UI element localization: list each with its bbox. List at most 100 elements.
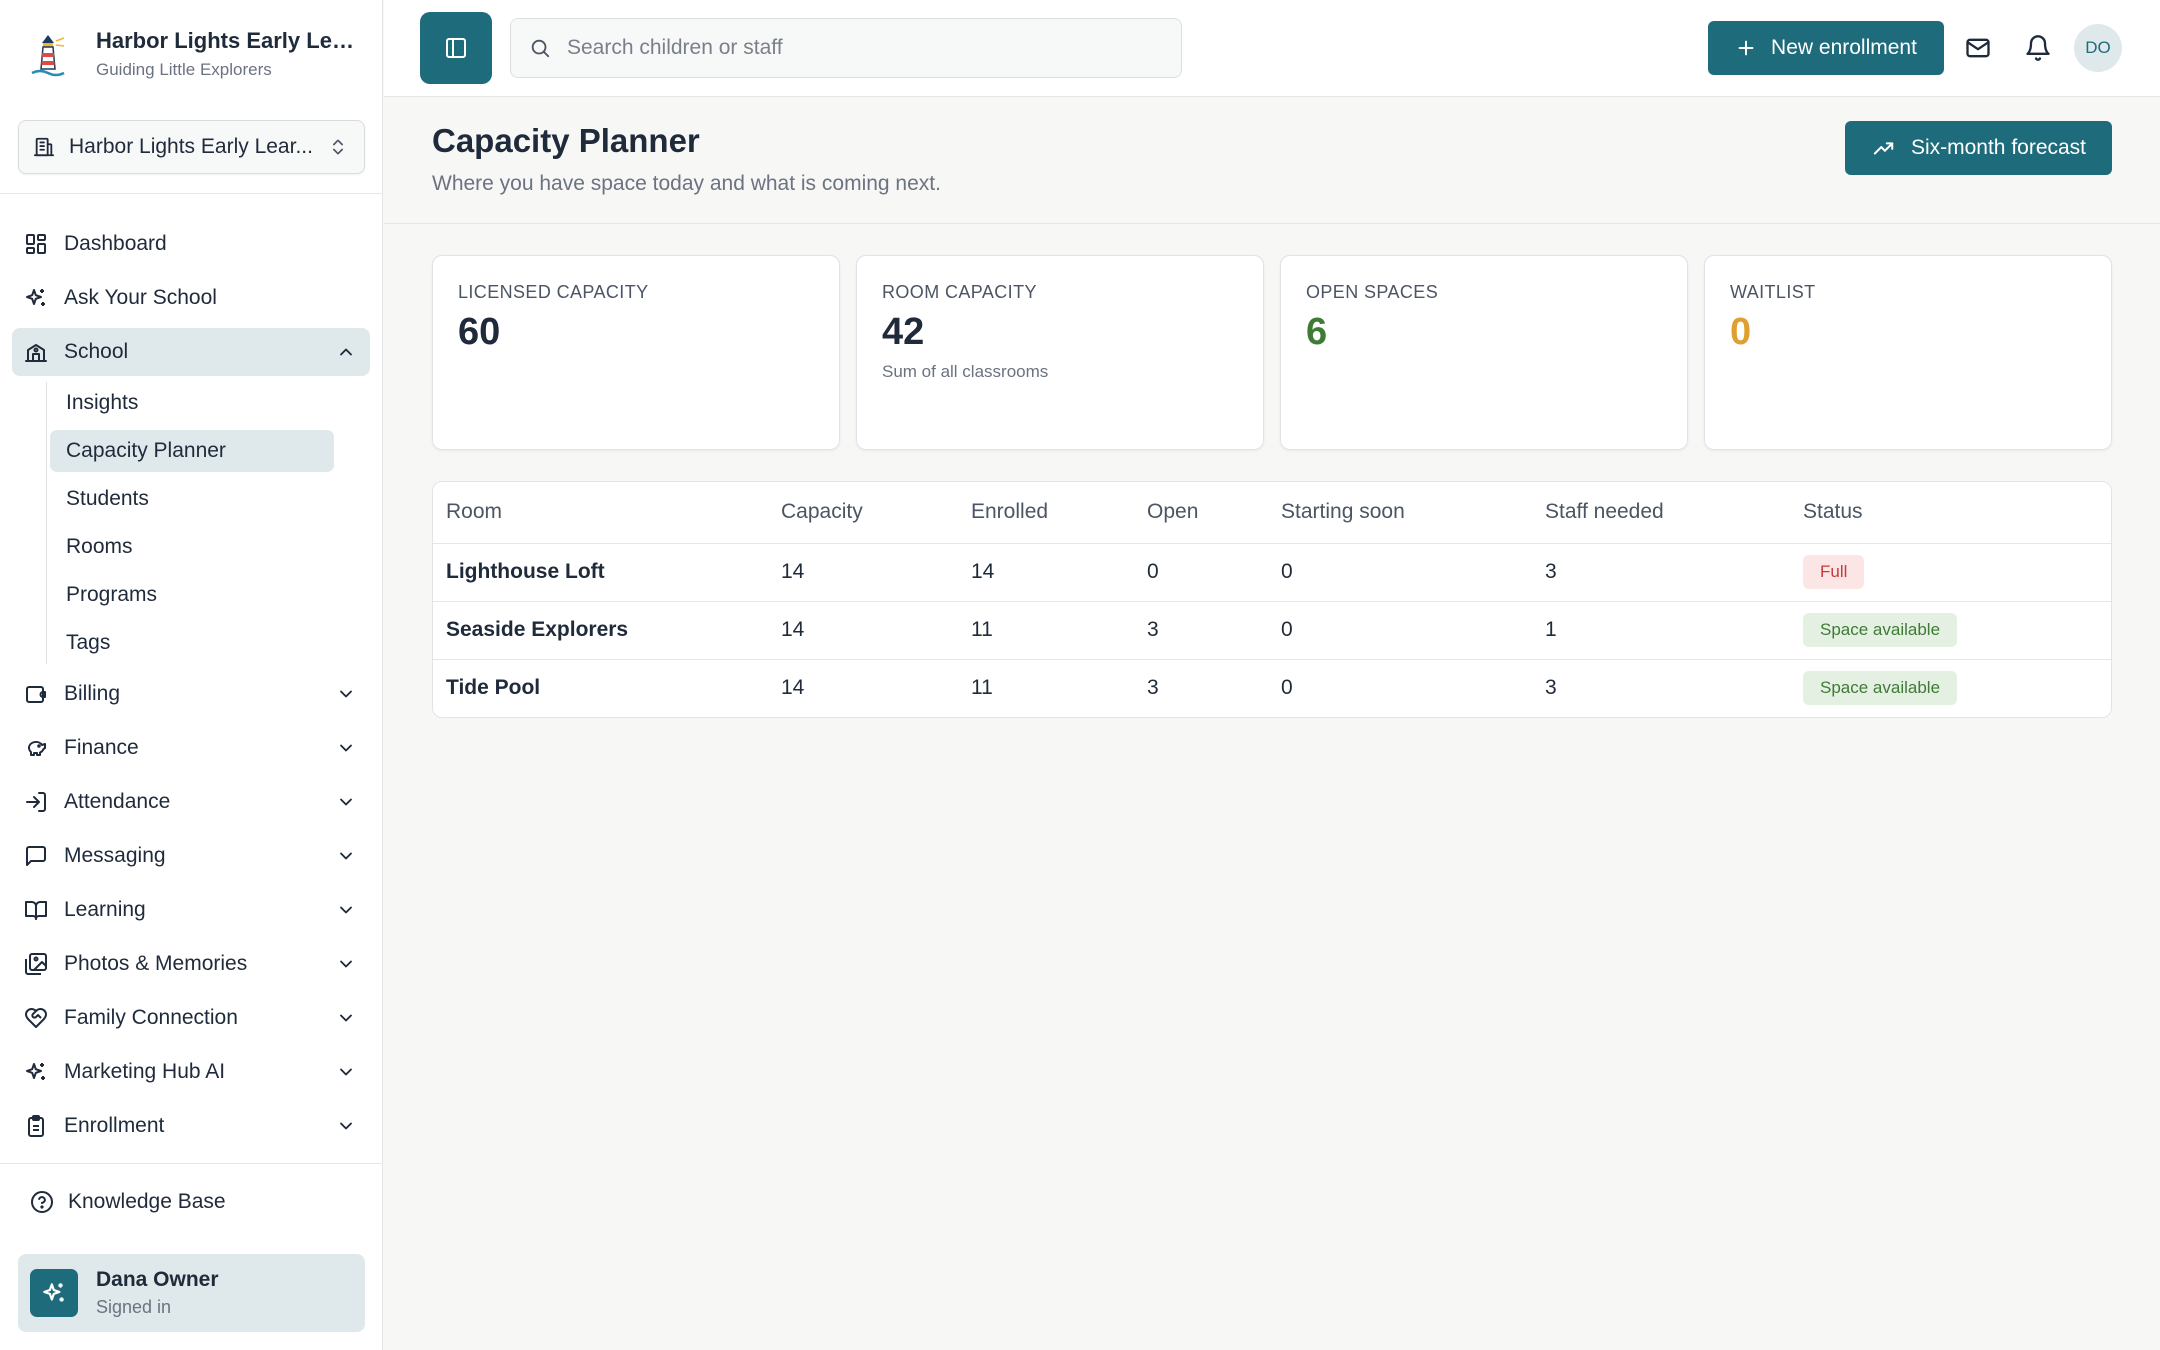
chevron-down-icon xyxy=(336,846,356,866)
room-name: Tide Pool xyxy=(446,676,541,700)
sidebar-nav: Dashboard Ask Your School School Insight… xyxy=(12,220,370,1156)
sidebar-divider xyxy=(0,1163,383,1164)
sidebar-item-tags[interactable]: Tags xyxy=(50,622,334,664)
new-enrollment-label: New enrollment xyxy=(1771,36,1917,59)
sidebar-item-label: Ask Your School xyxy=(64,286,217,309)
sidebar-item-photos-memories[interactable]: Photos & Memories xyxy=(12,940,370,988)
sidebar-item-billing[interactable]: Billing xyxy=(12,670,370,718)
plus-icon xyxy=(1735,37,1757,59)
rooms-table: Room Capacity Enrolled Open Starting soo… xyxy=(432,481,2112,718)
capacity-cell: 14 xyxy=(768,543,958,602)
mail-icon[interactable] xyxy=(1964,34,1992,62)
sidebar-item-programs[interactable]: Programs xyxy=(50,574,334,616)
brand-tagline: Guiding Little Explorers xyxy=(96,60,272,79)
sidebar-item-learning[interactable]: Learning xyxy=(12,886,370,934)
sidebar-item-rooms[interactable]: Rooms xyxy=(50,526,334,568)
staff-needed-cell: 3 xyxy=(1545,676,1557,700)
school-selector[interactable]: Harbor Lights Early Lear... xyxy=(18,120,365,174)
stat-label: ROOM CAPACITY xyxy=(882,282,1037,302)
search-placeholder: Search children or staff xyxy=(567,36,783,59)
message-square-icon xyxy=(24,844,48,868)
topbar: Search children or staff New enrollment … xyxy=(384,0,2160,97)
status-cell: Space available xyxy=(1790,659,2111,717)
lighthouse-icon xyxy=(28,29,68,79)
sidebar-item-label: Finance xyxy=(64,736,139,759)
stat-note: Sum of all classrooms xyxy=(882,362,1049,381)
enrolled-cell: 11 xyxy=(971,676,993,700)
table-row[interactable]: Tide Pool 14 11 3 0 3 Space available xyxy=(433,659,2111,717)
sidebar: Harbor Lights Early Learn... Guiding Lit… xyxy=(0,0,383,1350)
sidebar-item-label: Enrollment xyxy=(64,1114,165,1137)
panel-left-icon xyxy=(444,36,468,60)
images-icon xyxy=(24,952,48,976)
heart-handshake-icon xyxy=(24,1006,48,1030)
column-header[interactable]: Room xyxy=(433,482,768,544)
chevron-down-icon xyxy=(336,792,356,812)
bell-icon[interactable] xyxy=(2024,34,2052,62)
sidebar-item-messaging[interactable]: Messaging xyxy=(12,832,370,880)
sidebar-item-school[interactable]: School xyxy=(12,328,370,376)
table-row[interactable]: Seaside Explorers 14 11 3 0 1 Space avai… xyxy=(433,601,2111,660)
column-header[interactable]: Enrolled xyxy=(958,482,1134,544)
page-subtitle: Where you have space today and what is c… xyxy=(432,172,941,195)
sidebar-item-ask-your-school[interactable]: Ask Your School xyxy=(12,274,370,322)
sidebar-item-attendance[interactable]: Attendance xyxy=(12,778,370,826)
sidebar-item-capacity-planner[interactable]: Capacity Planner xyxy=(50,430,334,472)
sidebar-item-family-connection[interactable]: Family Connection xyxy=(12,994,370,1042)
six-month-forecast-button[interactable]: Six-month forecast xyxy=(1845,121,2112,175)
sidebar-item-label: Family Connection xyxy=(64,1006,238,1029)
column-header[interactable]: Capacity xyxy=(768,482,958,544)
staff-needed-cell: 3 xyxy=(1532,543,1790,602)
user-status: Signed in xyxy=(96,1297,172,1317)
school-selector-value: Harbor Lights Early Lear... xyxy=(69,135,313,158)
avatar[interactable]: DO xyxy=(2074,24,2122,72)
stat-card-waitlist: WAITLIST 0 xyxy=(1704,255,2112,450)
sidebar-item-students[interactable]: Students xyxy=(50,478,334,520)
sidebar-item-dashboard[interactable]: Dashboard xyxy=(12,220,370,268)
enrolled-cell: 14 xyxy=(958,543,1134,602)
sidebar-item-label: Messaging xyxy=(64,844,166,867)
open-cell: 3 xyxy=(1134,601,1268,660)
capacity-cell: 14 xyxy=(781,676,805,700)
sidebar-item-marketing-hub-ai[interactable]: Marketing Hub AI xyxy=(12,1048,370,1096)
search-icon xyxy=(529,37,551,59)
sign-in-icon xyxy=(24,790,48,814)
sparkles-icon xyxy=(24,286,48,310)
room-name: Seaside Explorers xyxy=(433,601,768,660)
table-row[interactable]: Lighthouse Loft 14 14 0 0 3 Full xyxy=(433,543,2111,602)
stat-label: LICENSED CAPACITY xyxy=(458,282,649,302)
sidebar-item-label: Attendance xyxy=(64,790,171,813)
dashboard-icon xyxy=(24,232,48,256)
chevron-down-icon xyxy=(336,900,356,920)
brand[interactable]: Harbor Lights Early Learn... Guiding Lit… xyxy=(28,28,366,80)
six-month-forecast-label: Six-month forecast xyxy=(1910,136,2087,159)
sidebar-item-label: School xyxy=(64,340,129,363)
starting-soon-cell: 0 xyxy=(1268,601,1532,660)
search-input[interactable]: Search children or staff xyxy=(510,18,1182,78)
starting-soon-cell: 0 xyxy=(1281,676,1293,700)
stat-label: WAITLIST xyxy=(1730,282,1816,302)
sidebar-item-label: Photos & Memories xyxy=(64,952,248,975)
stat-value: 6 xyxy=(1306,311,1328,353)
sidebar-item-label: Marketing Hub AI xyxy=(64,1060,226,1083)
school-submenu: Insights Capacity Planner Students Rooms… xyxy=(34,382,370,664)
column-header[interactable]: Starting soon xyxy=(1268,482,1532,544)
column-header[interactable]: Staff needed xyxy=(1532,482,1790,544)
sidebar-item-enrollment[interactable]: Enrollment xyxy=(12,1102,370,1150)
chevron-down-icon xyxy=(336,1008,356,1028)
sidebar-item-label: Dashboard xyxy=(64,232,167,255)
user-card[interactable]: Dana Owner Signed in xyxy=(18,1254,365,1332)
status-cell: Full xyxy=(1790,543,2111,602)
new-enrollment-button[interactable]: New enrollment xyxy=(1708,21,1944,75)
help-circle-icon xyxy=(30,1190,54,1214)
sidebar-divider xyxy=(0,193,383,194)
sidebar-item-insights[interactable]: Insights xyxy=(50,382,334,424)
column-header[interactable]: Status xyxy=(1790,482,2111,544)
column-header[interactable]: Open xyxy=(1134,482,1268,544)
piggy-bank-icon xyxy=(24,736,48,760)
sidebar-item-finance[interactable]: Finance xyxy=(12,724,370,772)
wallet-icon xyxy=(24,682,48,706)
knowledge-base-link[interactable]: Knowledge Base xyxy=(30,1190,226,1214)
book-open-icon xyxy=(24,898,48,922)
sidebar-toggle-button[interactable] xyxy=(420,12,492,84)
